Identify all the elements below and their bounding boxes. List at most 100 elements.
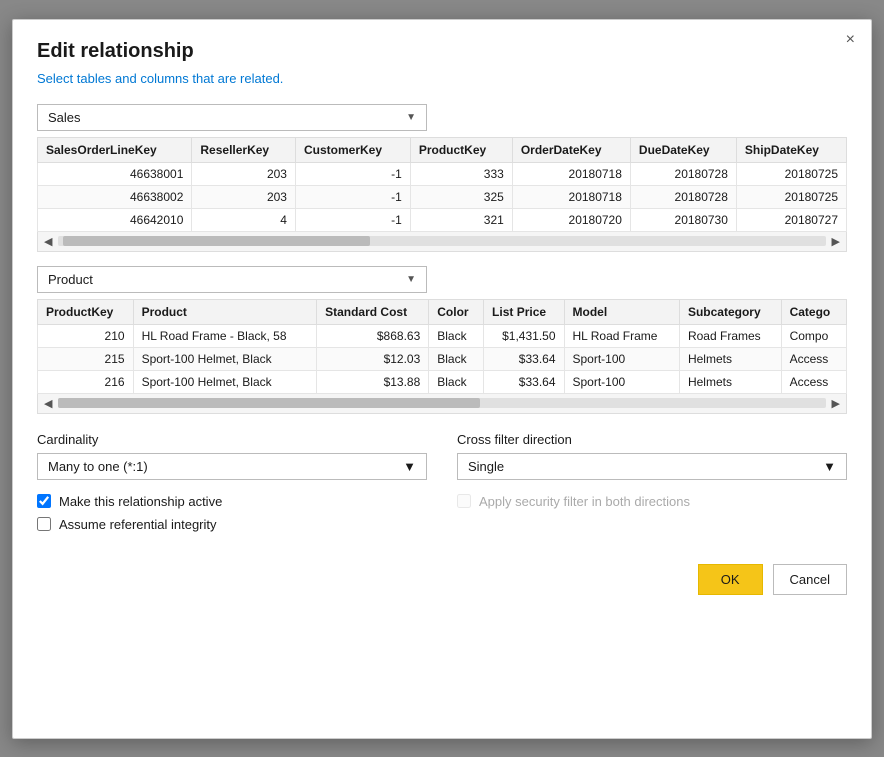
- cross-filter-col: Cross filter direction Single ▼: [457, 432, 847, 480]
- table2-cell: Sport-100: [564, 370, 679, 393]
- table1-cell: -1: [295, 185, 410, 208]
- table2-cell: 216: [38, 370, 134, 393]
- right-checkboxes: Apply security filter in both directions: [457, 494, 847, 540]
- cross-filter-dropdown[interactable]: Single ▼: [457, 453, 847, 480]
- table1-cell: 203: [192, 185, 296, 208]
- table1-cell: 325: [410, 185, 512, 208]
- cardinality-label: Cardinality: [37, 432, 427, 447]
- table1-cell: 20180718: [512, 162, 630, 185]
- table1-scrollbar[interactable]: ◀ ▶: [37, 232, 847, 252]
- table2-cell: $1,431.50: [484, 324, 564, 347]
- table2-scroll-left[interactable]: ◀: [42, 397, 54, 410]
- table2-cell: Access: [781, 370, 846, 393]
- security-checkbox-row: Apply security filter in both directions: [457, 494, 847, 509]
- table2-scroll-thumb: [58, 398, 480, 408]
- table1-cell: 20180728: [630, 162, 736, 185]
- table1-wrap: SalesOrderLineKeyResellerKeyCustomerKeyP…: [37, 137, 847, 232]
- dialog-footer: OK Cancel: [37, 564, 847, 595]
- table1-dropdown-row: Sales ▼: [37, 104, 847, 131]
- dialog-subtitle: Select tables and columns that are relat…: [37, 71, 847, 86]
- table2-col-header: List Price: [484, 299, 564, 324]
- left-checkboxes: Make this relationship active Assume ref…: [37, 494, 427, 540]
- table2-col-header: ProductKey: [38, 299, 134, 324]
- table2-cell: Compo: [781, 324, 846, 347]
- table-row[interactable]: 46638001203-1333201807182018072820180725: [38, 162, 847, 185]
- checkboxes-section: Make this relationship active Assume ref…: [37, 494, 847, 540]
- table2-cell: 210: [38, 324, 134, 347]
- table1-section: Sales ▼ SalesOrderLineKeyResellerKeyCust…: [37, 104, 847, 252]
- table2-cell: Black: [429, 347, 484, 370]
- table1-cell: 46638002: [38, 185, 192, 208]
- table-row[interactable]: 46638002203-1325201807182018072820180725: [38, 185, 847, 208]
- table2-cell: Access: [781, 347, 846, 370]
- active-checkbox[interactable]: [37, 494, 51, 508]
- table2-scrollbar[interactable]: ◀ ▶: [37, 394, 847, 414]
- table1-cell: 333: [410, 162, 512, 185]
- ok-button[interactable]: OK: [698, 564, 763, 595]
- table-row[interactable]: 215Sport-100 Helmet, Black$12.03Black$33…: [38, 347, 847, 370]
- table1-chevron-icon: ▼: [406, 112, 416, 123]
- table1-dropdown-value: Sales: [48, 110, 81, 125]
- table1-col-header: ProductKey: [410, 137, 512, 162]
- table2-dropdown[interactable]: Product ▼: [37, 266, 427, 293]
- table1-cell: 46638001: [38, 162, 192, 185]
- table2-cell: Road Frames: [679, 324, 781, 347]
- active-label[interactable]: Make this relationship active: [59, 494, 222, 509]
- table-row[interactable]: 210HL Road Frame - Black, 58$868.63Black…: [38, 324, 847, 347]
- cardinality-col: Cardinality Many to one (*:1) ▼: [37, 432, 427, 480]
- table2-cell: $868.63: [317, 324, 429, 347]
- security-checkbox[interactable]: [457, 494, 471, 508]
- referential-label[interactable]: Assume referential integrity: [59, 517, 217, 532]
- table2-header: ProductKeyProductStandard CostColorList …: [38, 299, 847, 324]
- table1: SalesOrderLineKeyResellerKeyCustomerKeyP…: [37, 137, 847, 232]
- table1-dropdown[interactable]: Sales ▼: [37, 104, 427, 131]
- table-row[interactable]: 466420104-1321201807202018073020180727: [38, 208, 847, 231]
- table2-cell: Black: [429, 324, 484, 347]
- table1-col-header: SalesOrderLineKey: [38, 137, 192, 162]
- table1-col-header: OrderDateKey: [512, 137, 630, 162]
- table2-col-header: Standard Cost: [317, 299, 429, 324]
- table2-cell: $12.03: [317, 347, 429, 370]
- security-label: Apply security filter in both directions: [479, 494, 690, 509]
- table2-scroll-right[interactable]: ▶: [830, 397, 842, 410]
- table-row[interactable]: 216Sport-100 Helmet, Black$13.88Black$33…: [38, 370, 847, 393]
- table2-col-header: Color: [429, 299, 484, 324]
- table1-body: 46638001203-1333201807182018072820180725…: [38, 162, 847, 231]
- table1-col-header: ShipDateKey: [736, 137, 846, 162]
- table2-cell: 215: [38, 347, 134, 370]
- dialog-title: Edit relationship: [37, 40, 847, 63]
- referential-checkbox[interactable]: [37, 517, 51, 531]
- close-button[interactable]: ×: [846, 32, 855, 48]
- table1-cell: 20180728: [630, 185, 736, 208]
- cardinality-value: Many to one (*:1): [48, 459, 148, 474]
- table2-col-header: Product: [133, 299, 317, 324]
- table2-chevron-icon: ▼: [406, 274, 416, 285]
- table1-scroll-left[interactable]: ◀: [42, 235, 54, 248]
- table2-cell: HL Road Frame: [564, 324, 679, 347]
- table1-cell: 46642010: [38, 208, 192, 231]
- edit-relationship-dialog: × Edit relationship Select tables and co…: [12, 19, 872, 739]
- table2: ProductKeyProductStandard CostColorList …: [37, 299, 847, 394]
- table2-header-row: ProductKeyProductStandard CostColorList …: [38, 299, 847, 324]
- cancel-button[interactable]: Cancel: [773, 564, 847, 595]
- table2-wrap: ProductKeyProductStandard CostColorList …: [37, 299, 847, 394]
- table1-scroll-thumb: [63, 236, 370, 246]
- table2-section: Product ▼ ProductKeyProductStandard Cost…: [37, 266, 847, 414]
- table1-cell: 20180720: [512, 208, 630, 231]
- table1-header: SalesOrderLineKeyResellerKeyCustomerKeyP…: [38, 137, 847, 162]
- cardinality-dropdown[interactable]: Many to one (*:1) ▼: [37, 453, 427, 480]
- table2-cell: $13.88: [317, 370, 429, 393]
- table2-cell: $33.64: [484, 347, 564, 370]
- table2-col-header: Catego: [781, 299, 846, 324]
- table1-scroll-right[interactable]: ▶: [830, 235, 842, 248]
- table1-cell: 20180725: [736, 162, 846, 185]
- table1-cell: 321: [410, 208, 512, 231]
- table2-cell: HL Road Frame - Black, 58: [133, 324, 317, 347]
- table2-body: 210HL Road Frame - Black, 58$868.63Black…: [38, 324, 847, 393]
- table1-cell: 4: [192, 208, 296, 231]
- table2-cell: Sport-100: [564, 347, 679, 370]
- table1-cell: -1: [295, 162, 410, 185]
- table1-cell: 20180718: [512, 185, 630, 208]
- table2-col-header: Model: [564, 299, 679, 324]
- table1-col-header: CustomerKey: [295, 137, 410, 162]
